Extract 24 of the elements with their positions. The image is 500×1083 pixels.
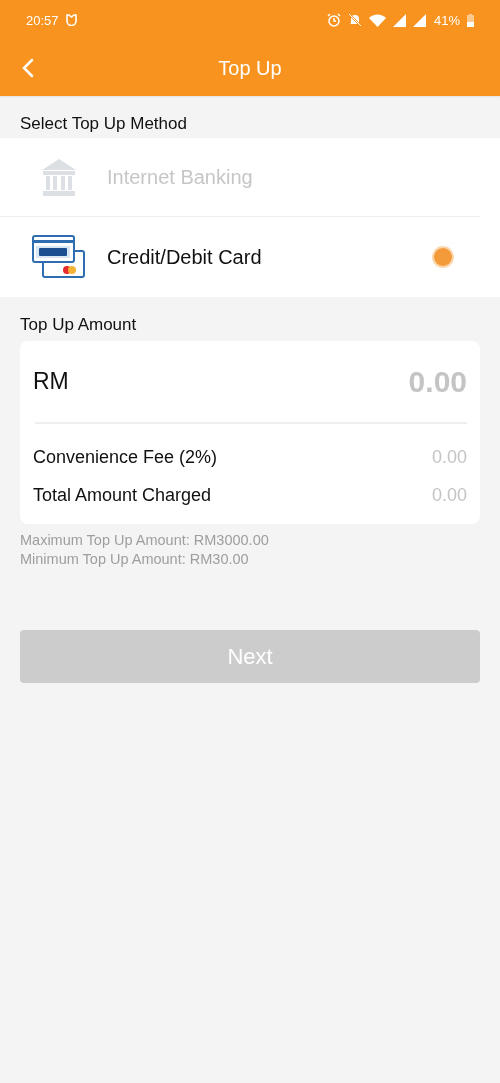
- wifi-icon: [368, 13, 386, 27]
- signal-icon: [412, 13, 426, 27]
- fee-label: Convenience Fee (2%): [33, 446, 218, 468]
- limit-note: Maximum Top Up Amount: RM3000.00: [20, 531, 269, 550]
- bank-icon: [40, 157, 78, 197]
- currency-label: RM: [33, 368, 69, 395]
- fee-label: Total Amount Charged: [33, 484, 212, 506]
- app-notification-icon: [65, 14, 77, 26]
- page-title: Top Up: [218, 56, 282, 80]
- back-icon: [22, 58, 34, 78]
- fee-value: 0.00: [431, 446, 467, 468]
- signal-icon: [392, 13, 406, 27]
- status-time: 20:57: [26, 12, 59, 28]
- battery-percent: 41%: [433, 12, 460, 28]
- limit-note: Minimum Top Up Amount: RM30.00: [20, 550, 249, 569]
- credit-card-icon: [32, 235, 86, 279]
- battery-icon: [467, 13, 474, 27]
- section-label: Top Up Amount: [19, 314, 138, 336]
- payment-method-option[interactable]: Credit/Debit Card: [107, 245, 432, 269]
- section-label: Select Top Up Method: [19, 113, 188, 135]
- fee-value: 0.00: [431, 484, 467, 506]
- muted-bell-icon: [347, 13, 362, 27]
- radio-selected-icon[interactable]: [432, 246, 454, 268]
- alarm-icon: [326, 13, 341, 27]
